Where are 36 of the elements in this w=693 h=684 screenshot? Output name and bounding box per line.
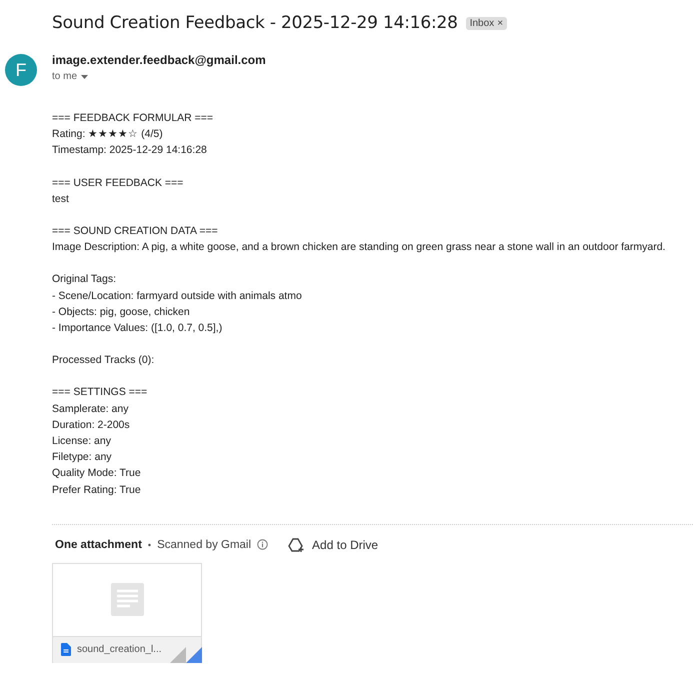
body-line: Filetype: any xyxy=(52,450,113,466)
sender-email: image.extender.feedback@gmail.com xyxy=(52,53,266,67)
document-icon xyxy=(110,583,144,616)
attachment-card[interactable]: sound_creation_l... xyxy=(52,562,202,663)
file-icon xyxy=(61,643,71,656)
body-line: - Scene/Location: farmyard outside with animals atmo xyxy=(52,288,303,304)
drive-add-icon xyxy=(288,536,306,553)
add-to-drive-button[interactable]: Add to Drive xyxy=(288,536,378,553)
inbox-label[interactable]: Inbox × xyxy=(466,16,508,30)
body-line: Processed Tracks (0): xyxy=(52,353,156,368)
body-line: Duration: 2-200s xyxy=(52,418,131,433)
body-line: - Objects: pig, goose, chicken xyxy=(52,304,191,320)
sender-avatar: F xyxy=(5,54,37,86)
body-line: Rating: ★★★★☆ (4/5) xyxy=(52,127,164,142)
file-name: sound_creation_l... xyxy=(77,644,162,656)
body-line: Samplerate: any xyxy=(52,402,130,417)
body-line: === USER FEEDBACK === xyxy=(52,176,184,191)
body-line: License: any xyxy=(52,434,112,450)
page-curl-icon xyxy=(170,646,202,663)
body-line: Prefer Rating: True xyxy=(52,482,142,498)
attachment-heading: One attachment xyxy=(55,538,142,551)
body-line: Timestamp: 2025-12-29 14:16:28 xyxy=(52,143,208,158)
body-line: - Importance Values: ([1.0, 0.7, 0.5],) xyxy=(52,321,224,336)
caret-icon xyxy=(81,74,88,78)
scanned-note: Scanned by Gmail xyxy=(157,538,252,551)
body-line: Quality Mode: True xyxy=(52,466,142,482)
body-line: === SOUND CREATION DATA === xyxy=(52,224,219,240)
body-line: === FEEDBACK FORMULAR === xyxy=(52,111,214,126)
body-line: === SETTINGS === xyxy=(52,385,148,400)
recipient-dropdown[interactable]: to me xyxy=(52,71,266,82)
email-subject: Sound Creation Feedback - 2025-12-29 14:16:28 xyxy=(52,13,458,33)
body-line: test xyxy=(52,192,70,207)
info-icon[interactable] xyxy=(257,539,268,550)
separator-dot: • xyxy=(148,540,152,550)
body-line: Original Tags: xyxy=(52,272,118,288)
body-line: Image Description: A pig, a white goose, and a brown chicken are standing on green grass near a stone wall in an outdoor farmyard. xyxy=(52,240,666,256)
